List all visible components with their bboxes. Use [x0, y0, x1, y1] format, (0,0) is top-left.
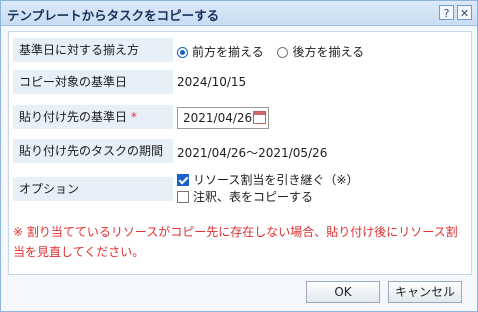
- source-date-value: 2024/10/15: [177, 75, 247, 89]
- inherit-resources-label: リソース割当を引き継ぐ（※）: [193, 173, 359, 187]
- dialog-title: テンプレートからタスクをコピーする: [7, 8, 220, 23]
- align-front-option[interactable]: 前方を揃える: [177, 45, 267, 59]
- cancel-button[interactable]: キャンセル: [388, 281, 462, 303]
- copy-notes-checkbox[interactable]: [177, 191, 189, 203]
- align-back-radio[interactable]: [277, 47, 289, 58]
- close-icon[interactable]: ✕: [457, 5, 472, 20]
- dest-date-input[interactable]: 2021/04/26: [177, 107, 269, 129]
- align-front-radio[interactable]: [177, 47, 188, 58]
- required-mark: *: [130, 110, 137, 124]
- align-back-option[interactable]: 後方を揃える: [277, 45, 364, 59]
- calendar-icon[interactable]: [253, 111, 266, 124]
- option-inherit-resources[interactable]: リソース割当を引き継ぐ（※）: [177, 172, 358, 189]
- inherit-resources-checkbox[interactable]: [177, 174, 189, 186]
- dest-date-input-value[interactable]: 2021/04/26: [183, 111, 252, 125]
- options-label: オプション: [13, 177, 173, 201]
- dest-date-label-text: 貼り付け先の基準日: [19, 110, 128, 124]
- source-date-label: コピー対象の基準日: [13, 70, 173, 94]
- dialog-content: 基準日に対する揃え方 前方を揃える 後方を揃える コピー対象の基準日 2024/…: [8, 31, 472, 275]
- align-radio-group: 前方を揃える 後方を揃える: [177, 43, 364, 60]
- align-label: 基準日に対する揃え方: [13, 38, 173, 62]
- copy-task-dialog: テンプレートからタスクをコピーする ? ✕ 基準日に対する揃え方 前方を揃える …: [0, 0, 478, 312]
- options-group: リソース割当を引き継ぐ（※） 注釈、表をコピーする: [177, 172, 358, 206]
- warning-note: ※ 割り当てているリソースがコピー先に存在しない場合、貼り付け後にリソース割当を…: [13, 225, 458, 259]
- dest-date-label: 貼り付け先の基準日 *: [13, 105, 173, 129]
- align-front-label: 前方を揃える: [192, 45, 264, 59]
- help-icon[interactable]: ?: [439, 5, 454, 20]
- dialog-titlebar: テンプレートからタスクをコピーする ? ✕: [1, 1, 477, 26]
- align-back-label: 後方を揃える: [292, 45, 365, 59]
- ok-button[interactable]: OK: [306, 281, 380, 303]
- period-label: 貼り付け先のタスクの期間: [13, 139, 173, 163]
- period-value: 2021/04/26〜2021/05/26: [177, 146, 328, 160]
- option-copy-notes[interactable]: 注釈、表をコピーする: [177, 189, 358, 206]
- copy-notes-label: 注釈、表をコピーする: [193, 190, 314, 204]
